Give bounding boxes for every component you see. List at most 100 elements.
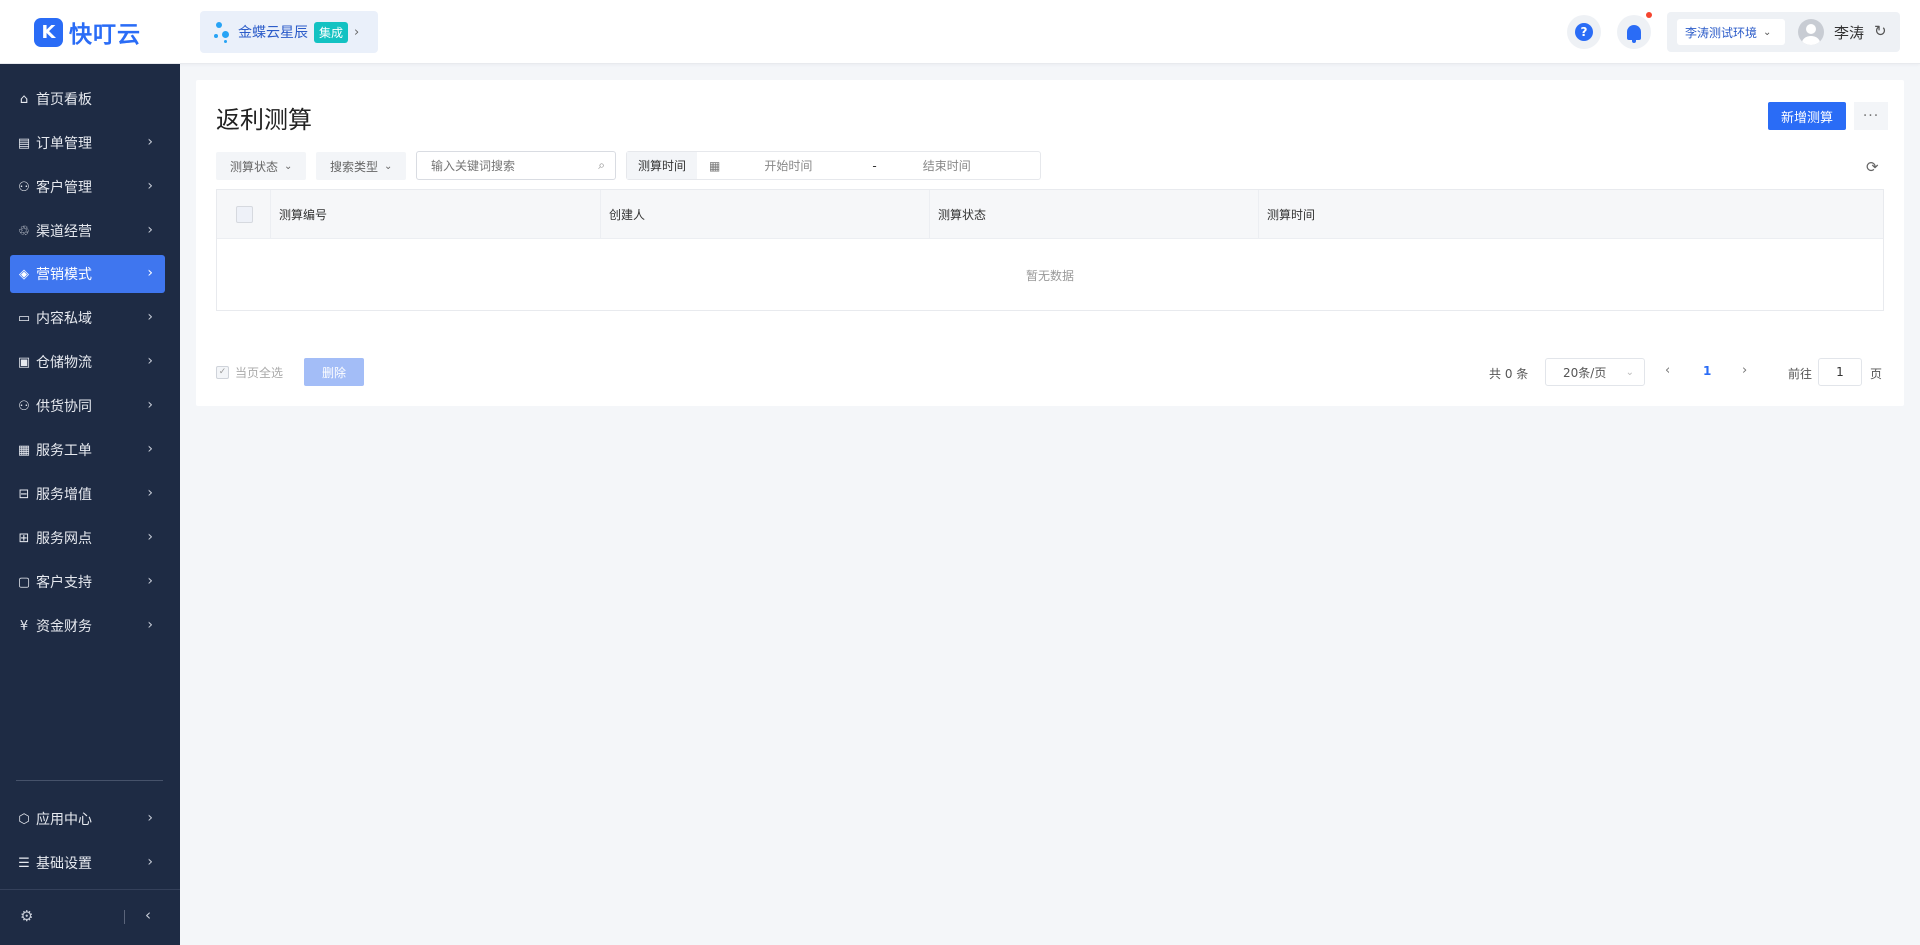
search-type-filter[interactable]: 搜索类型 ⌄ [316, 152, 406, 180]
sidebar-item-customers[interactable]: ⚇ 客户管理 › [10, 168, 165, 206]
chevron-right-icon: › [147, 617, 153, 633]
user-area: 李涛测试环境 ⌄ 李涛 ↻ [1667, 12, 1900, 52]
image-icon: ▭ [17, 310, 31, 326]
sidebar-item-orders[interactable]: ▤ 订单管理 › [10, 124, 165, 162]
channel-icon: ♲ [18, 223, 30, 239]
chevron-right-icon: › [147, 441, 153, 457]
brand-logo[interactable]: K 快叮云 [34, 16, 141, 48]
page-size-value: 20条/页 [1563, 365, 1607, 380]
notification-button[interactable] [1617, 12, 1652, 49]
date-range-picker[interactable]: 测算时间 ▦ 开始时间 - 结束时间 [626, 151, 1041, 180]
calendar-icon: ▦ [709, 158, 721, 173]
search-input[interactable] [431, 152, 581, 179]
page-unit-label: 页 [1870, 367, 1883, 381]
chevron-down-icon: ⌄ [284, 160, 293, 172]
prev-page-button[interactable]: ‹ [1665, 363, 1670, 378]
supply-icon: ⚇ [18, 398, 30, 414]
status-filter[interactable]: 测算状态 ⌄ [216, 152, 306, 180]
refresh-icon[interactable]: ⟳ [1866, 158, 1879, 176]
select-all-checkbox[interactable] [236, 206, 253, 223]
tag-icon: ◈ [19, 266, 29, 282]
sidebar-item-label: 服务增值 [36, 487, 92, 503]
sidebar-item-settings[interactable]: ☰ 基础设置 › [10, 844, 165, 882]
column-header-calc-time: 测算时间 [1258, 190, 1883, 239]
sidebar-item-label: 服务工单 [36, 443, 92, 459]
checkbox-icon: ✓ [216, 365, 229, 379]
chevron-down-icon: ⌄ [1625, 367, 1634, 378]
yuan-icon: ¥ [19, 618, 29, 634]
help-icon: ? [1575, 23, 1593, 41]
sidebar-item-label: 资金财务 [36, 619, 92, 635]
sidebar-item-label: 渠道经营 [36, 224, 92, 240]
select-page-checkbox[interactable]: ✓ 当页全选 [216, 358, 283, 386]
bag-icon: ⊟ [18, 486, 30, 502]
sidebar-item-label: 订单管理 [36, 136, 92, 152]
help-button[interactable]: ? [1567, 15, 1601, 49]
column-header-status: 测算状态 [929, 190, 1258, 239]
integration-switcher[interactable]: 金蝶云星辰 集成 › [200, 11, 378, 53]
sidebar-item-content[interactable]: ▭ 内容私域 › [10, 299, 165, 337]
chevron-right-icon: › [147, 178, 153, 194]
sidebar-item-channels[interactable]: ♲ 渠道经营 › [10, 212, 165, 250]
empty-state: 暂无数据 [1025, 268, 1074, 283]
search-icon[interactable]: ⌕ [598, 158, 605, 173]
user-name[interactable]: 李涛 [1834, 22, 1864, 43]
chevron-right-icon: › [147, 529, 153, 545]
support-icon: ▢ [17, 574, 31, 590]
goto-page-input[interactable] [1818, 358, 1862, 386]
collapse-sidebar-icon[interactable]: ‹ [145, 906, 151, 924]
sidebar-item-label: 客户支持 [36, 575, 92, 591]
cube-icon: ⬡ [18, 811, 30, 827]
gear-icon[interactable]: ⚙ [20, 907, 33, 925]
reload-icon[interactable]: ↻ [1874, 22, 1887, 40]
start-date-input[interactable]: 开始时间 [764, 157, 864, 174]
sidebar-item-marketing[interactable]: ◈ 营销模式 › [10, 255, 165, 293]
chevron-right-icon: › [147, 309, 153, 325]
sidebar-item-warehouse[interactable]: ▣ 仓储物流 › [10, 343, 165, 381]
chevron-right-icon: › [147, 353, 153, 369]
chevron-right-icon: › [147, 485, 153, 501]
sidebar-item-label: 供货协同 [36, 399, 92, 415]
next-page-button[interactable]: › [1742, 363, 1747, 378]
ticket-icon: ▦ [17, 442, 31, 458]
select-page-label: 当页全选 [235, 365, 284, 380]
avatar[interactable] [1798, 19, 1824, 45]
bell-icon [1627, 24, 1641, 43]
chevron-right-icon: › [147, 397, 153, 413]
end-date-input[interactable]: 结束时间 [923, 157, 971, 174]
chevron-down-icon: ⌄ [384, 160, 393, 172]
sidebar-item-label: 客户管理 [36, 180, 92, 196]
sidebar-item-app-center[interactable]: ⬡ 应用中心 › [10, 800, 165, 838]
sidebar-item-supply[interactable]: ⚇ 供货协同 › [10, 387, 165, 425]
sidebar-item-value-added[interactable]: ⊟ 服务增值 › [10, 475, 165, 513]
chevron-right-icon: › [147, 854, 153, 870]
date-range-label: 测算时间 [627, 152, 697, 179]
chevron-right-icon: › [354, 24, 360, 40]
sidebar-item-label: 基础设置 [36, 856, 92, 872]
sidebar-item-label: 应用中心 [36, 812, 92, 828]
environment-label: 李涛测试环境 [1685, 25, 1758, 40]
sidebar-item-service-outlets[interactable]: ⊞ 服务网点 › [10, 519, 165, 557]
page-size-select[interactable]: 20条/页 ⌄ [1545, 358, 1645, 386]
sidebar-item-finance[interactable]: ¥ 资金财务 › [10, 607, 165, 645]
main-card: 返利测算 新增测算 ··· 测算状态 ⌄ 搜索类型 ⌄ ⌕ 测算时间 ▦ 开始时… [196, 80, 1904, 406]
environment-select[interactable]: 李涛测试环境 ⌄ [1677, 19, 1785, 45]
more-actions-button[interactable]: ··· [1854, 102, 1888, 130]
current-page[interactable]: 1 [1703, 364, 1711, 378]
add-calculation-button[interactable]: 新增测算 [1768, 102, 1846, 130]
user-icon: ⚇ [18, 179, 30, 195]
column-header-calc-no: 测算编号 [270, 190, 600, 239]
warehouse-icon: ▣ [17, 354, 31, 370]
sidebar-item-label: 服务网点 [36, 531, 92, 547]
sidebar-item-support[interactable]: ▢ 客户支持 › [10, 563, 165, 601]
sidebar-item-label: 营销模式 [36, 267, 92, 283]
sidebar-item-label: 仓储物流 [36, 355, 92, 371]
clipboard-icon: ▤ [17, 135, 31, 151]
sidebar-item-dashboard[interactable]: ⌂ 首页看板 [10, 80, 165, 118]
sidebar-item-service-tickets[interactable]: ▦ 服务工单 › [10, 431, 165, 469]
store-icon: ⊞ [18, 530, 30, 546]
integration-name: 金蝶云星辰 [238, 25, 308, 41]
delete-button[interactable]: 删除 [304, 358, 364, 386]
sidebar-footer-separator [124, 910, 125, 924]
goto-label: 前往 [1788, 367, 1813, 381]
